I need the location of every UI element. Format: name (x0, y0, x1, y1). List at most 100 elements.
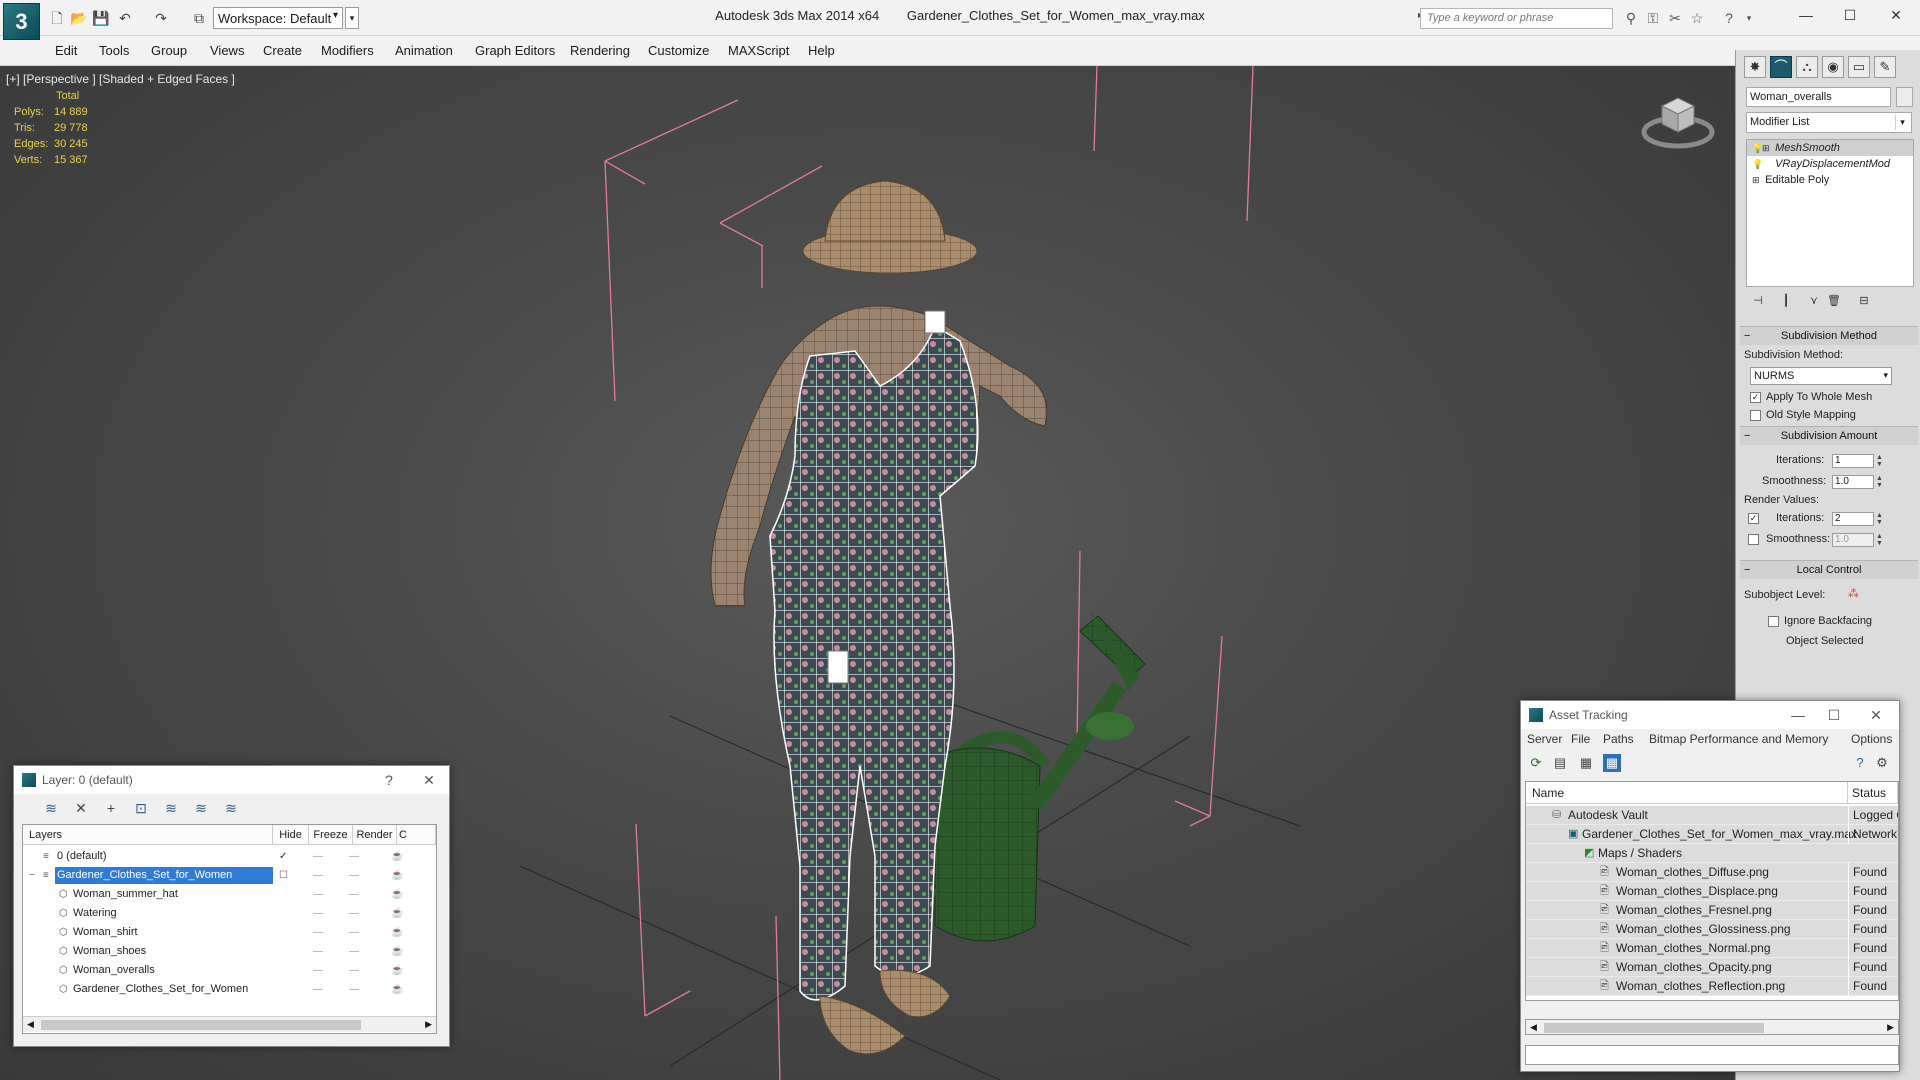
freeze-toggle[interactable]: — (349, 961, 359, 980)
scroll-left-icon[interactable]: ◀ (1530, 1022, 1537, 1033)
stack-item-meshsmooth[interactable]: 💡⊞ MeshSmooth (1747, 140, 1913, 156)
ignore-backfacing-checkbox[interactable] (1768, 616, 1779, 627)
column-header-freeze[interactable]: Freeze (309, 825, 353, 845)
subdivision-method-dropdown[interactable]: NURMS ▾ (1750, 367, 1892, 385)
stack-item-editable-poly[interactable]: ⊞ Editable Poly (1747, 172, 1913, 188)
stack-item-vraydisplacement[interactable]: 💡 VRayDisplacementMod (1747, 156, 1913, 172)
teapot-render-icon[interactable]: ☕ (391, 942, 403, 961)
layer-row[interactable]: ⬡ Watering — — ☕ (23, 904, 436, 923)
spinner-arrows-icon[interactable]: ▲ ▼ (1876, 533, 1884, 547)
column-header-layers[interactable]: Layers (23, 825, 273, 845)
column-header-color[interactable]: C (397, 825, 436, 845)
asset-row[interactable]: ◩ Maps / Shaders (1526, 844, 1898, 863)
menu-rendering[interactable]: Rendering (570, 43, 630, 58)
hide-toggle[interactable]: — (313, 866, 323, 885)
spinner-arrows-icon[interactable]: ▲ ▼ (1876, 475, 1884, 489)
menu-animation[interactable]: Animation (395, 43, 453, 58)
list-view-icon[interactable]: ▤ (1551, 754, 1569, 772)
configure-sets-icon[interactable]: ⊟ (1856, 294, 1872, 310)
minimize-button[interactable]: — (1784, 4, 1828, 26)
workspace-dropdown[interactable]: Workspace: Default ▾ (213, 7, 343, 29)
column-header-hide[interactable]: Hide (273, 825, 309, 845)
viewport-label[interactable]: [+] [Perspective ] [Shaded + Edged Faces… (6, 72, 235, 86)
binoculars-icon[interactable]: ⚲ (1622, 9, 1640, 27)
menu-server[interactable]: Server (1527, 732, 1562, 746)
hide-toggle[interactable]: — (313, 923, 323, 942)
column-header-render[interactable]: Render (353, 825, 397, 845)
make-unique-icon[interactable]: ⋎ (1806, 294, 1822, 310)
favorites-star-icon[interactable]: ☆ (1688, 9, 1706, 27)
asset-tracking-titlebar[interactable]: Asset Tracking — ☐ ✕ (1521, 701, 1899, 729)
undo-icon[interactable]: ↶ (116, 9, 134, 27)
settings-icon[interactable]: ⚙ (1873, 754, 1891, 772)
layer-row[interactable]: ⬡ Woman_overalls — — ☕ (23, 961, 436, 980)
menu-views[interactable]: Views (210, 43, 244, 58)
asset-row[interactable]: 🖻 Woman_clothes_Displace.png Found (1526, 882, 1898, 901)
teapot-render-icon[interactable]: ☕ (391, 866, 403, 885)
hide-toggle[interactable]: — (313, 847, 323, 866)
menu-maxscript[interactable]: MAXScript (728, 43, 789, 58)
modify-tab-icon[interactable]: ⌒ (1770, 56, 1792, 78)
lightbulb-icon[interactable]: 💡 (1752, 140, 1763, 156)
scrollbar-thumb[interactable] (1544, 1023, 1764, 1033)
highlight-layer-icon[interactable]: ≋ (162, 799, 180, 817)
asset-row[interactable]: 🖻 Woman_clothes_Diffuse.png Found (1526, 863, 1898, 882)
help-icon[interactable]: ? (1851, 754, 1869, 772)
layer-manager-titlebar[interactable]: Layer: 0 (default) ? ✕ (14, 766, 449, 794)
create-layer-icon[interactable]: ≋ (42, 799, 60, 817)
communication-icon[interactable]: ✂ (1666, 9, 1684, 27)
apply-whole-mesh-checkbox[interactable]: ✓ (1750, 392, 1761, 403)
collapse-icon[interactable]: − (29, 866, 35, 885)
spinner-arrows-icon[interactable]: ▲ ▼ (1876, 512, 1884, 526)
menu-bitmap-performance[interactable]: Bitmap Performance and Memory (1649, 732, 1828, 746)
help-icon[interactable]: ? (1720, 9, 1738, 27)
teapot-render-icon[interactable]: ☕ (391, 847, 403, 866)
menu-help[interactable]: Help (808, 43, 835, 58)
asset-row[interactable]: 🖻 Woman_clothes_Glossiness.png Found (1526, 920, 1898, 939)
active-layer-check-icon[interactable]: ✓ (279, 847, 287, 866)
object-name-field[interactable]: Woman_overalls (1746, 87, 1891, 107)
modifier-stack[interactable]: 💡⊞ MeshSmooth 💡 VRayDisplacementMod ⊞ Ed… (1746, 139, 1914, 287)
teapot-render-icon[interactable]: ☕ (391, 885, 403, 904)
freeze-toggle[interactable]: — (349, 942, 359, 961)
column-header-status[interactable]: Status (1848, 782, 1898, 804)
freeze-toggle[interactable]: — (349, 847, 359, 866)
menu-modifiers[interactable]: Modifiers (321, 43, 374, 58)
delete-layer-icon[interactable]: ✕ (72, 799, 90, 817)
close-button[interactable]: ✕ (1874, 4, 1918, 26)
scroll-left-icon[interactable]: ◀ (27, 1019, 34, 1030)
object-color-swatch[interactable] (1896, 87, 1913, 107)
freeze-toggle[interactable]: — (349, 904, 359, 923)
hide-toggle[interactable]: — (313, 885, 323, 904)
render-smoothness-spinner[interactable]: 1.0 (1832, 533, 1874, 547)
pin-stack-icon[interactable]: ⊣ (1750, 294, 1766, 310)
scroll-right-icon[interactable]: ▶ (1887, 1022, 1894, 1033)
show-end-result-icon[interactable]: ┃ (1778, 294, 1794, 310)
render-iterations-checkbox[interactable]: ✓ (1748, 513, 1759, 524)
close-button[interactable]: ✕ (414, 766, 444, 794)
lightbulb-icon[interactable]: 💡 (1752, 156, 1763, 172)
viewcube-icon[interactable] (1640, 86, 1716, 152)
asset-row[interactable]: 🖻 Woman_clothes_Fresnel.png Found (1526, 901, 1898, 920)
redo-icon[interactable]: ↷ (152, 9, 170, 27)
asset-row[interactable]: 🖻 Woman_clothes_Reflection.png Found (1526, 977, 1898, 996)
horizontal-scrollbar[interactable]: ◀ ▶ (1525, 1019, 1899, 1035)
layer-row[interactable]: ⬡ Woman_summer_hat — — ☕ (23, 885, 436, 904)
hide-toggle[interactable]: — (313, 904, 323, 923)
layer-row[interactable]: ⬡ Gardener_Clothes_Set_for_Women — — ☕ (23, 980, 436, 999)
maximize-button[interactable]: ☐ (1819, 701, 1849, 729)
new-file-icon[interactable]: 🗋 (48, 9, 66, 27)
freeze-all-icon[interactable]: ≋ (222, 799, 240, 817)
add-to-layer-icon[interactable]: + (102, 799, 120, 817)
menu-graph-editors[interactable]: Graph Editors (475, 43, 555, 58)
minimize-button[interactable]: — (1783, 701, 1813, 729)
help-button[interactable]: ? (374, 766, 404, 794)
table-view-icon[interactable]: ▦ (1577, 754, 1595, 772)
quick-access-dropdown[interactable]: ▾ (345, 7, 359, 29)
project-folder-icon[interactable]: ⧉ (190, 9, 208, 27)
display-tab-icon[interactable]: ▭ (1848, 56, 1870, 78)
hide-toggle[interactable]: — (313, 980, 323, 999)
freeze-toggle[interactable]: — (349, 866, 359, 885)
menu-customize[interactable]: Customize (648, 43, 709, 58)
column-header-name[interactable]: Name (1526, 782, 1848, 804)
